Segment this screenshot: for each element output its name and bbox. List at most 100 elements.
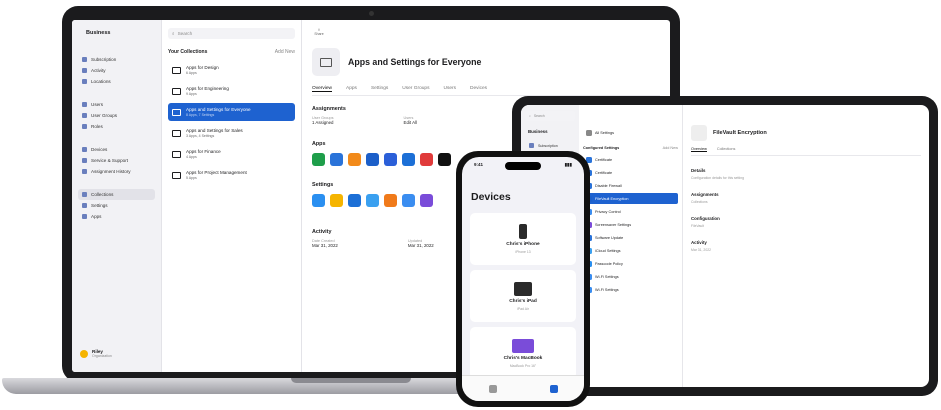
sidebar-groups: Subscription Activity Locations Users User G… (78, 54, 155, 222)
sidebar: Business Subscription Activity Locations Us… (72, 20, 162, 372)
collection-subtitle: 9 Apps (186, 92, 197, 96)
setting-icon[interactable] (312, 194, 325, 207)
sidebar-item-label: Users (91, 102, 103, 107)
app-icon[interactable] (420, 153, 433, 166)
share-button[interactable]: ⇪ Share (312, 28, 326, 36)
settings-list-item[interactable]: Passcode Policy (583, 258, 678, 269)
collection-item[interactable]: Apps for Finance 4 Apps (168, 145, 295, 163)
tab-home-icon[interactable] (488, 384, 497, 393)
settings-list-item[interactable]: Screensaver Settings (583, 219, 678, 230)
page-title: Devices (471, 191, 511, 203)
sidebar-group: Subscription Activity Locations (78, 54, 155, 87)
app-icon[interactable] (402, 153, 415, 166)
user-groups-icon (82, 113, 87, 118)
collection-item[interactable]: Apps and Settings for Everyone 8 Apps, 7 … (168, 103, 295, 121)
settings-icon (82, 203, 87, 208)
sidebar-item-settings[interactable]: Settings (78, 200, 155, 211)
sidebar-item-roles[interactable]: Roles (78, 121, 155, 132)
collection-item[interactable]: Apps for Project Management 5 Apps (168, 166, 295, 184)
collection-title: Apps and Settings for Sales (186, 128, 243, 133)
collection-item[interactable]: Apps for Engineering 9 Apps (168, 82, 295, 100)
tab-users[interactable]: Users (443, 86, 456, 92)
service-support-icon (82, 158, 87, 163)
macbook-icon (512, 338, 534, 353)
collection-title: Apps and Settings for Everyone (186, 107, 251, 112)
settings-list-item[interactable]: Certificate (583, 154, 678, 165)
settings-list-item[interactable]: Certificate (583, 167, 678, 178)
add-collection-button[interactable]: Add New (275, 49, 295, 55)
collection-items: Apps for Design 6 Apps Apps for Engineerin… (168, 61, 295, 184)
setting-icon[interactable] (402, 194, 415, 207)
tab-apps[interactable]: Apps (346, 86, 357, 92)
device-card[interactable]: Chris's MacBook MacBook Pro 16" (470, 327, 576, 379)
search-input[interactable]: ⌕ Search (168, 28, 295, 39)
device-card[interactable]: Chris's iPhone iPhone 13 (470, 213, 576, 265)
tab-devices[interactable]: Devices (470, 86, 487, 92)
app-icon[interactable] (312, 153, 325, 166)
sidebar-item-collections[interactable]: Collections (78, 189, 155, 200)
ipad-settings-list: All Settings Configured Settings Add New… (579, 105, 683, 387)
tab-overview[interactable]: Overview (691, 147, 707, 152)
sidebar-group: Devices Service & Support Assignment Histo… (78, 144, 155, 177)
setting-icon[interactable] (366, 194, 379, 207)
sidebar-user[interactable]: Riley Organization (80, 349, 112, 358)
app-icon[interactable] (384, 153, 397, 166)
sidebar-item-label: Activity (91, 68, 106, 73)
setting-icon[interactable] (384, 194, 397, 207)
settings-list-item[interactable]: Privacy Control (583, 206, 678, 217)
ipad-detail-header: FileVault Encryption (691, 125, 921, 141)
ipad-search-input[interactable]: ⌕ Search (525, 111, 575, 121)
settings-list-item[interactable]: Disable Firewall (583, 180, 678, 191)
sidebar-item-service-support[interactable]: Service & Support (78, 155, 155, 166)
settings-list-item[interactable]: FileVault Encryption (583, 193, 678, 204)
sidebar-item-assignment-history[interactable]: Assignment History (78, 166, 155, 177)
tab-overview[interactable]: Overview (312, 86, 332, 92)
collection-item[interactable]: Apps for Design 6 Apps (168, 61, 295, 79)
collection-title: Apps for Finance (186, 149, 221, 154)
sidebar-item-users[interactable]: Users (78, 99, 155, 110)
collection-icon (172, 150, 181, 158)
setting-icon[interactable] (330, 194, 343, 207)
tab-devices-icon[interactable] (549, 384, 558, 393)
tab-settings[interactable]: Settings (371, 86, 388, 92)
ipad-sidebar-item-subscription[interactable]: Subscription (525, 140, 575, 151)
app-icon[interactable] (330, 153, 343, 166)
sidebar-group: Users User Groups Roles (78, 99, 155, 132)
detail-section: Details Configuration details for this se… (691, 168, 921, 180)
settings-list-item[interactable]: Wi-Fi Settings (583, 284, 678, 295)
collection-text: Apps for Finance 4 Apps (186, 149, 221, 159)
section-heading: Configuration (691, 216, 720, 221)
app-icon[interactable] (366, 153, 379, 166)
sidebar-item-apps[interactable]: Apps (78, 211, 155, 222)
devices-icon (82, 147, 87, 152)
app-icon[interactable] (348, 153, 361, 166)
sidebar-item-locations[interactable]: Locations (78, 76, 155, 87)
page-title: Apps and Settings for Everyone (348, 57, 482, 67)
settings-icon (586, 129, 592, 136)
settings-list-item[interactable]: Wi-Fi Settings (583, 271, 678, 282)
status-bar: 9:41 ▮▮▮ (474, 162, 572, 168)
setting-icon[interactable] (420, 194, 433, 207)
section-heading: Activity (691, 240, 707, 245)
collection-item[interactable]: Apps and Settings for Sales 3 Apps, 4 Set… (168, 124, 295, 142)
sidebar-item-activity[interactable]: Activity (78, 65, 155, 76)
settings-list-item[interactable]: iCloud Settings (583, 245, 678, 256)
tab-user-groups[interactable]: User Groups (402, 86, 429, 92)
section-text: Collections (691, 200, 708, 204)
app-icon[interactable] (438, 153, 451, 166)
ipad-add-button[interactable]: Add New (663, 146, 678, 150)
setting-icon[interactable] (348, 194, 361, 207)
kv-item: Users Edit All (404, 116, 417, 125)
all-settings-item[interactable]: All Settings (583, 127, 678, 138)
user-role: Organization (92, 354, 112, 358)
collection-subtitle: 4 Apps (186, 155, 197, 159)
device-card[interactable]: Chris's iPad iPad Air (470, 270, 576, 322)
sidebar-item-subscription[interactable]: Subscription (78, 54, 155, 65)
sidebar-item-user-groups[interactable]: User Groups (78, 110, 155, 121)
tab-collections[interactable]: Collections (717, 147, 736, 152)
sidebar-item-devices[interactable]: Devices (78, 144, 155, 155)
settings-item-label: Certificate (595, 170, 613, 175)
settings-list-item[interactable]: Software Update (583, 232, 678, 243)
collection-title: Apps for Project Management (186, 170, 247, 175)
settings-item-label: FileVault Encryption (595, 196, 629, 201)
